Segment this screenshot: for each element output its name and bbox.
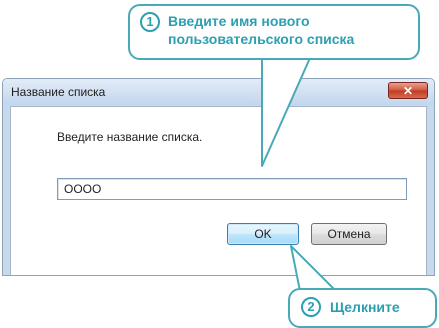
callout-2-text: Щелкните <box>330 299 400 315</box>
step-number-1: 1 <box>140 12 160 32</box>
dialog-title: Название списка <box>11 85 106 99</box>
callout-1-text: Введите имя нового пользовательского спи… <box>168 12 354 48</box>
close-button[interactable]: ✕ <box>388 82 428 99</box>
dialog-window: Название списка ✕ Введите название списк… <box>2 78 435 276</box>
dialog-body: Введите название списка. OOOO OK Отмена <box>10 106 427 275</box>
callout-click: 2 Щелкните <box>288 288 437 328</box>
callout-1-line-1: Введите имя нового <box>168 13 310 29</box>
cancel-button[interactable]: Отмена <box>311 223 387 245</box>
list-name-input[interactable]: OOOO <box>57 178 407 200</box>
prompt-label: Введите название списка. <box>57 130 203 144</box>
ok-button[interactable]: OK <box>227 223 299 245</box>
step-number-2: 2 <box>301 297 321 317</box>
callout-enter-name: 1 Введите имя нового пользовательского с… <box>128 4 420 60</box>
title-bar[interactable]: Название списка ✕ <box>3 79 434 105</box>
callout-1-line-2: пользовательского списка <box>168 31 355 47</box>
close-icon: ✕ <box>402 83 414 98</box>
